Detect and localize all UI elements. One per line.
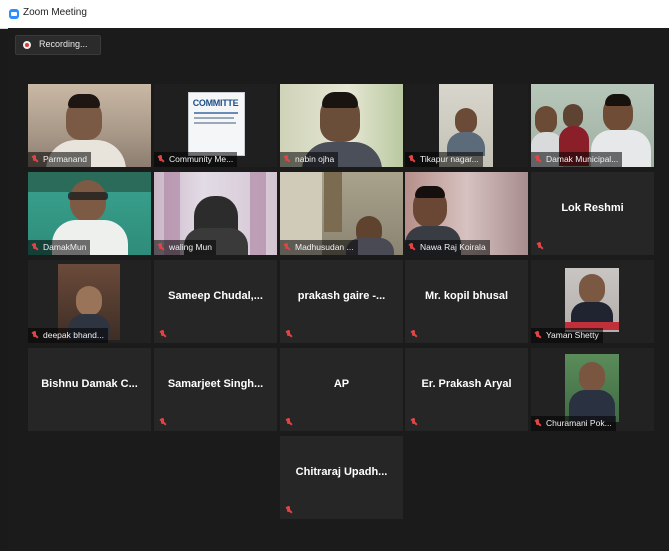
muted-mic-icon [157, 243, 164, 252]
participant-tile[interactable]: Tikapur nagar... [405, 84, 528, 167]
participant-name: Yaman Shetty [531, 328, 603, 343]
muted-mic-icon [159, 418, 166, 427]
muted-mic-icon [534, 419, 541, 428]
participant-tile[interactable]: waling Mun [154, 172, 277, 255]
participant-name: AP [333, 378, 350, 390]
participant-tile[interactable]: AP [280, 348, 403, 431]
title-bar: Zoom Meeting [0, 0, 669, 29]
participant-name: Bishnu Damak C... [41, 378, 138, 390]
participant-tile[interactable]: DamakMun [28, 172, 151, 255]
participant-tile[interactable]: Er. Prakash Aryal [405, 348, 528, 431]
muted-mic-icon [408, 243, 415, 252]
participant-tile[interactable]: deepak bhand... [28, 260, 151, 343]
participant-name: DamakMun [28, 240, 91, 255]
participant-name: Lok Reshmi [561, 202, 624, 214]
participant-name: Churamani Pok... [531, 416, 616, 431]
muted-mic-icon [157, 155, 164, 164]
participant-name: deepak bhand... [28, 328, 108, 343]
muted-mic-icon [159, 330, 166, 339]
participant-tile[interactable]: nabin ojha [280, 84, 403, 167]
participant-name: nabin ojha [280, 152, 339, 167]
participant-tile[interactable]: Mr. kopil bhusal [405, 260, 528, 343]
participant-name: Sameep Chudal,... [168, 290, 263, 302]
participant-tile[interactable]: Chitraraj Upadh... [280, 436, 403, 519]
participant-name: Mr. kopil bhusal [424, 290, 509, 302]
participant-tile[interactable]: Nawa Raj Koirala [405, 172, 528, 255]
recording-label: Recording... [39, 39, 88, 49]
participant-tile[interactable]: Bishnu Damak C... [28, 348, 151, 431]
muted-mic-icon [31, 243, 38, 252]
muted-mic-icon [408, 155, 415, 164]
muted-mic-icon [31, 331, 38, 340]
participant-tile[interactable]: COMMITTE Community Me... [154, 84, 277, 167]
zoom-icon [9, 9, 19, 19]
muted-mic-icon [283, 243, 290, 252]
participant-tile-active-speaker[interactable]: Damak Municipal... [531, 84, 654, 167]
participant-tile[interactable]: Parmanand [28, 84, 151, 167]
participant-name: prakash gaire -... [297, 290, 386, 302]
participant-tile[interactable]: Madhusudan ... [280, 172, 403, 255]
participant-name: Madhusudan ... [280, 240, 358, 255]
muted-mic-icon [283, 155, 290, 164]
participant-tile[interactable]: Lok Reshmi [531, 172, 654, 255]
participant-tile[interactable]: prakash gaire -... [280, 260, 403, 343]
participant-name: Samarjeet Singh... [167, 378, 264, 390]
participant-name: Community Me... [154, 152, 238, 167]
recording-indicator[interactable]: Recording... [15, 35, 101, 55]
participant-tile[interactable]: Churamani Pok... [531, 348, 654, 431]
participant-name: Nawa Raj Koirala [405, 240, 490, 255]
muted-mic-icon [285, 506, 292, 515]
muted-mic-icon [410, 330, 417, 339]
muted-mic-icon [534, 331, 541, 340]
window-title: Zoom Meeting [23, 7, 87, 18]
participant-tile[interactable]: Samarjeet Singh... [154, 348, 277, 431]
participant-name: Tikapur nagar... [405, 152, 483, 167]
record-dot-icon [23, 41, 31, 49]
muted-mic-icon [536, 242, 543, 251]
muted-mic-icon [285, 330, 292, 339]
participant-name: Parmanand [28, 152, 91, 167]
muted-mic-icon [285, 418, 292, 427]
participant-tile[interactable]: Yaman Shetty [531, 260, 654, 343]
participant-name: Damak Municipal... [531, 152, 623, 167]
muted-mic-icon [31, 155, 38, 164]
muted-mic-icon [410, 418, 417, 427]
participant-tile[interactable]: Sameep Chudal,... [154, 260, 277, 343]
participant-name: Chitraraj Upadh... [295, 466, 388, 478]
committee-logo: COMMITTE [192, 98, 239, 108]
participant-name: Er. Prakash Aryal [421, 378, 512, 390]
participant-name: waling Mun [154, 240, 216, 255]
muted-mic-icon [534, 155, 541, 164]
